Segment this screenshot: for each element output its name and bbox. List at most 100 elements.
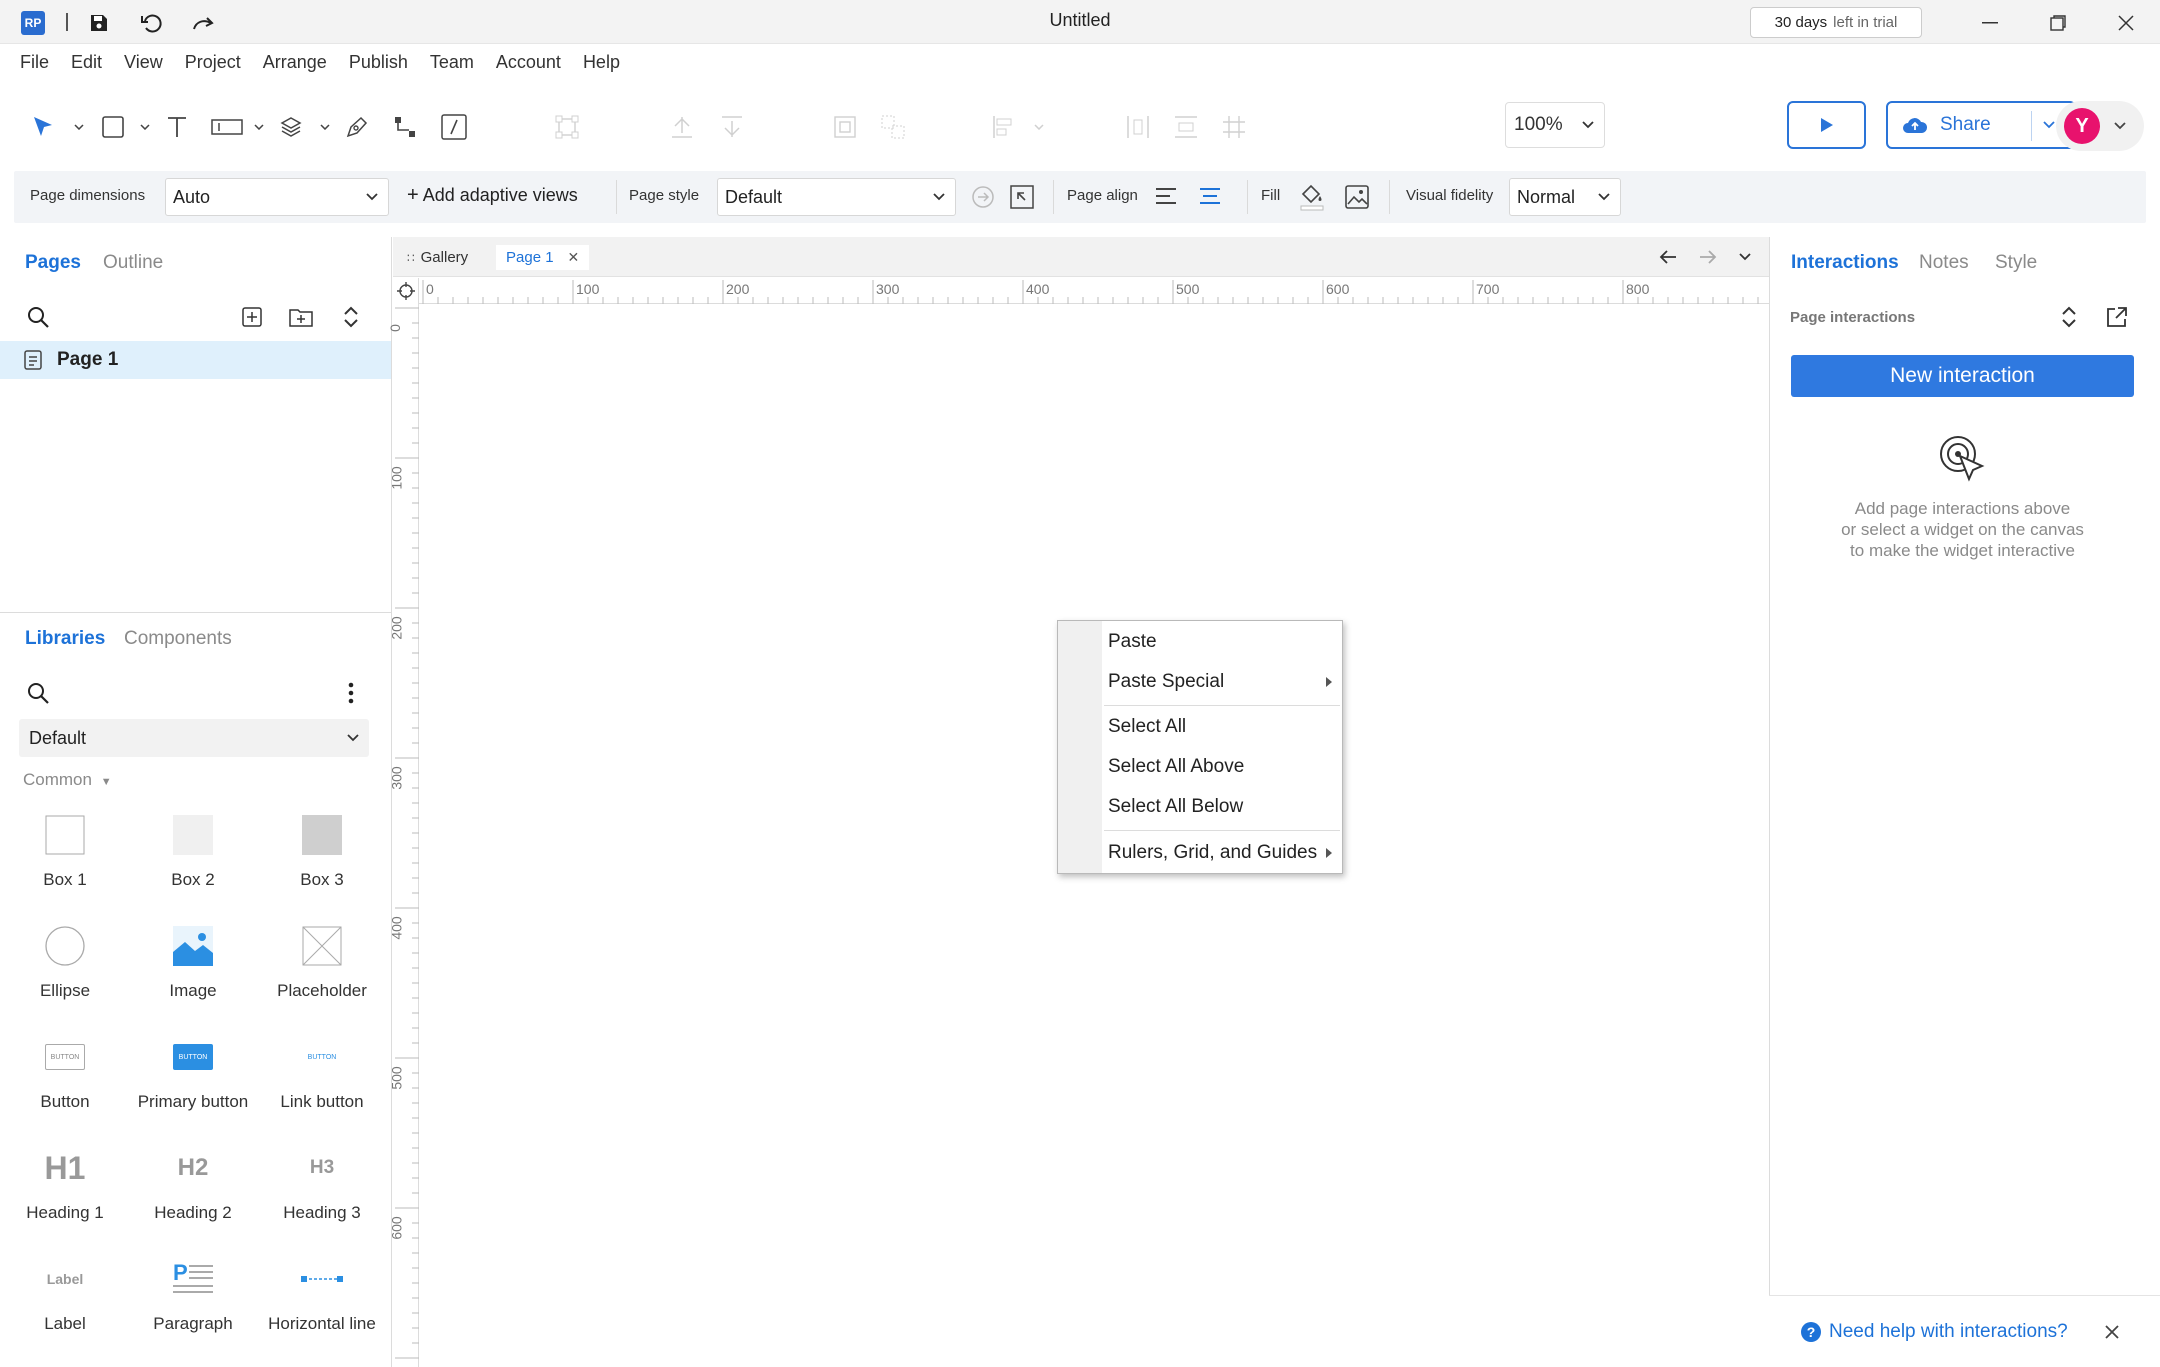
align-left-icon[interactable] xyxy=(1155,187,1177,205)
library-section-header[interactable]: Common ▼ xyxy=(23,770,112,790)
page-style-select[interactable]: Default xyxy=(717,178,956,216)
widget-paragraph[interactable]: P Paragraph xyxy=(128,1256,258,1334)
menu-file[interactable]: File xyxy=(20,52,60,73)
layers-tool-dropdown-icon[interactable] xyxy=(318,110,332,144)
widget-image[interactable]: Image xyxy=(128,923,258,1001)
menu-edit[interactable]: Edit xyxy=(71,52,113,73)
pen-tool-icon[interactable] xyxy=(344,110,370,144)
rectangle-tool-icon[interactable] xyxy=(100,110,126,144)
tab-notes[interactable]: Notes xyxy=(1919,252,1969,274)
open-external-icon[interactable] xyxy=(2106,306,2128,328)
library-search-icon[interactable] xyxy=(27,682,49,704)
zoom-select[interactable]: 100% xyxy=(1505,102,1605,148)
restore-icon[interactable] xyxy=(2036,6,2080,40)
widget-heading1[interactable]: H1 Heading 1 xyxy=(0,1145,130,1223)
widget-placeholder[interactable]: Placeholder xyxy=(257,923,387,1001)
align-dropdown-icon[interactable] xyxy=(1032,110,1046,144)
menu-view[interactable]: View xyxy=(124,52,174,73)
select-tool-icon[interactable] xyxy=(30,110,56,144)
account-dropdown-icon[interactable] xyxy=(2114,122,2126,130)
menu-arrange[interactable]: Arrange xyxy=(263,52,338,73)
back-arrow-icon[interactable] xyxy=(1659,249,1677,265)
widget-label-item[interactable]: Label Label xyxy=(0,1256,130,1334)
grid-icon[interactable] xyxy=(1220,110,1248,144)
visual-fidelity-select[interactable]: Normal xyxy=(1509,178,1621,216)
avatar[interactable]: Y xyxy=(2064,108,2100,144)
widget-heading2[interactable]: H2 Heading 2 xyxy=(128,1145,258,1223)
add-page-icon[interactable] xyxy=(242,307,262,327)
bring-forward-icon[interactable] xyxy=(668,110,696,144)
library-select[interactable]: Default xyxy=(19,719,369,757)
menu-project[interactable]: Project xyxy=(185,52,252,73)
minimize-icon[interactable] xyxy=(1968,6,2012,40)
widget-link-button[interactable]: BUTTON Link button xyxy=(257,1034,387,1112)
menu-item-select-all-below[interactable]: Select All Below xyxy=(1058,789,1342,825)
ungroup-icon[interactable] xyxy=(879,110,907,144)
tab-components[interactable]: Components xyxy=(124,628,232,650)
fill-color-icon[interactable] xyxy=(1299,183,1325,211)
menu-item-select-all-above[interactable]: Select All Above xyxy=(1058,749,1342,785)
more-options-icon[interactable] xyxy=(348,682,354,704)
menu-item-rulers-grid-guides[interactable]: Rulers, Grid, and Guides xyxy=(1058,835,1342,871)
tab-pages[interactable]: Pages xyxy=(25,252,81,274)
tab-gallery[interactable]: ∷ Gallery xyxy=(407,245,468,270)
rectangle-tool-dropdown-icon[interactable] xyxy=(138,110,152,144)
page-list-item[interactable]: Page 1 xyxy=(0,341,391,379)
input-tool-dropdown-icon[interactable] xyxy=(252,110,266,144)
distribute-vertical-icon[interactable] xyxy=(1172,110,1200,144)
widget-horizontal-line[interactable]: Horizontal line xyxy=(257,1256,387,1334)
expand-collapse-icon[interactable] xyxy=(2060,305,2078,329)
tab-page-1[interactable]: Page 1 ✕ xyxy=(496,245,590,270)
reset-style-icon[interactable] xyxy=(1009,184,1035,210)
horizontal-ruler[interactable]: 0 100 200 300 400 500 600 700 800 xyxy=(393,278,1769,304)
menu-team[interactable]: Team xyxy=(430,52,485,73)
add-folder-icon[interactable] xyxy=(289,307,313,327)
widget-box3[interactable]: Box 3 xyxy=(257,812,387,890)
widget-box2[interactable]: Box 2 xyxy=(128,812,258,890)
close-tab-icon[interactable]: ✕ xyxy=(568,249,580,266)
widget-ellipse[interactable]: Ellipse xyxy=(0,923,130,1001)
align-center-icon[interactable] xyxy=(1199,187,1221,205)
close-window-icon[interactable] xyxy=(2104,6,2148,40)
widget-button[interactable]: BUTTON Button xyxy=(0,1034,130,1112)
menu-account[interactable]: Account xyxy=(496,52,572,73)
add-adaptive-views-button[interactable]: + Add adaptive views xyxy=(407,184,578,207)
connector-tool-icon[interactable] xyxy=(392,110,418,144)
trial-badge[interactable]: 30 days left in trial xyxy=(1750,7,1922,38)
help-link[interactable]: Need help with interactions? xyxy=(1829,1321,2068,1343)
menu-item-select-all[interactable]: Select All xyxy=(1058,709,1342,745)
close-icon[interactable] xyxy=(2104,1324,2120,1340)
layers-tool-icon[interactable] xyxy=(278,110,304,144)
frame-icon[interactable] xyxy=(831,110,859,144)
page-style-manage-icon[interactable] xyxy=(971,185,995,209)
page-dimensions-select[interactable]: Auto xyxy=(165,178,389,216)
forward-arrow-icon[interactable] xyxy=(1699,249,1717,265)
input-tool-icon[interactable] xyxy=(210,110,244,144)
group-icon[interactable] xyxy=(553,110,581,144)
search-icon[interactable] xyxy=(27,306,49,328)
share-button[interactable]: Share xyxy=(1886,101,2076,149)
widget-heading3[interactable]: H3 Heading 3 xyxy=(257,1145,387,1223)
tabs-dropdown-icon[interactable] xyxy=(1739,253,1751,261)
align-icon[interactable] xyxy=(990,110,1018,144)
redo-icon[interactable] xyxy=(191,10,217,36)
share-dropdown-icon[interactable] xyxy=(2043,121,2055,129)
save-icon[interactable] xyxy=(86,10,112,36)
preview-button[interactable] xyxy=(1787,101,1866,149)
tab-interactions[interactable]: Interactions xyxy=(1791,252,1899,274)
menu-publish[interactable]: Publish xyxy=(349,52,419,73)
snippet-tool-icon[interactable] xyxy=(440,110,468,144)
menu-item-paste-special[interactable]: Paste Special xyxy=(1058,664,1342,700)
expand-collapse-icon[interactable] xyxy=(342,305,360,329)
select-tool-dropdown-icon[interactable] xyxy=(72,110,86,144)
widget-primary-button[interactable]: BUTTON Primary button xyxy=(128,1034,258,1112)
widget-box1[interactable]: Box 1 xyxy=(0,812,130,890)
tab-libraries[interactable]: Libraries xyxy=(25,628,105,650)
tab-outline[interactable]: Outline xyxy=(103,252,163,274)
send-backward-icon[interactable] xyxy=(718,110,746,144)
distribute-horizontal-icon[interactable] xyxy=(1124,110,1152,144)
vertical-ruler[interactable]: 0 100 200 300 400 500 600 xyxy=(387,278,419,1367)
new-interaction-button[interactable]: New interaction xyxy=(1791,355,2134,397)
tab-style[interactable]: Style xyxy=(1995,252,2037,274)
menu-item-paste[interactable]: Paste xyxy=(1058,624,1342,660)
